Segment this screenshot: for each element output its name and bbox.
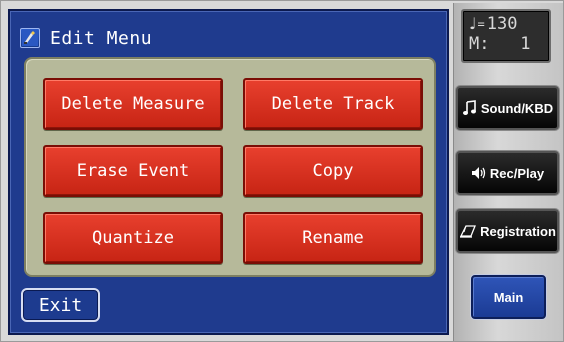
registration-button[interactable]: Registration — [456, 209, 559, 253]
delete-track-button[interactable]: Delete Track — [243, 78, 423, 130]
measure-line: M: 1 — [469, 34, 543, 54]
quantize-button[interactable]: Quantize — [43, 212, 223, 264]
edit-menu-icon — [20, 28, 40, 48]
rec-play-button[interactable]: Rec/Play — [456, 151, 559, 195]
quarter-note-icon: ♩ — [469, 14, 477, 33]
tempo-value: 130 — [486, 14, 518, 34]
edit-button-area: Delete Measure Delete Track Erase Event … — [24, 57, 436, 277]
tempo-measure-display: ♩ = 130 M: 1 — [461, 9, 551, 63]
speaker-icon — [471, 165, 487, 181]
tempo-line: ♩ = 130 — [469, 14, 543, 34]
measure-value: 1 — [520, 34, 531, 54]
page-title: Edit Menu — [50, 27, 153, 49]
sound-kbd-label: Sound/KBD — [480, 100, 554, 116]
tempo-equals: = — [477, 17, 485, 31]
screen-frame: Edit Menu Delete Measure Delete Track Er… — [0, 0, 564, 342]
registration-label: Registration — [480, 223, 556, 239]
title-bar: Edit Menu — [20, 25, 152, 51]
delete-measure-button[interactable]: Delete Measure — [43, 78, 223, 130]
copy-button[interactable]: Copy — [243, 145, 423, 197]
music-note-icon — [462, 100, 478, 116]
sidebar: ♩ = 130 M: 1 Sound/KBD Rec/Play Registra… — [453, 3, 563, 341]
main-button[interactable]: Main — [471, 275, 546, 319]
rename-button[interactable]: Rename — [243, 212, 423, 264]
erase-event-button[interactable]: Erase Event — [43, 145, 223, 197]
edit-menu-panel: Edit Menu Delete Measure Delete Track Er… — [8, 9, 449, 335]
rec-play-label: Rec/Play — [489, 165, 545, 181]
exit-button[interactable]: Exit — [21, 288, 100, 322]
sound-kbd-button[interactable]: Sound/KBD — [456, 86, 559, 130]
music-stand-icon — [459, 223, 477, 239]
measure-label: M: — [469, 34, 490, 54]
